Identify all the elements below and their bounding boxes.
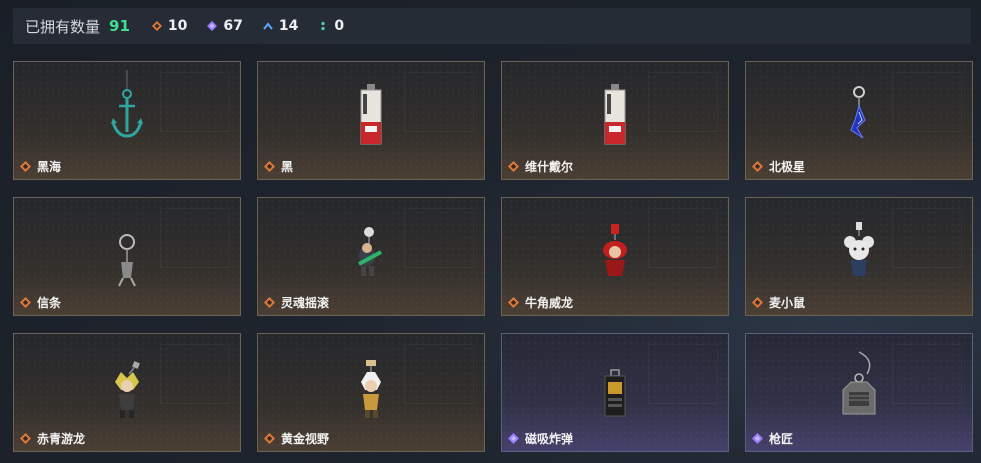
orange-diamond-icon — [151, 21, 162, 31]
charm-name: 信条 — [37, 296, 62, 310]
anchor-charm-icon — [111, 70, 143, 138]
tag-charm-icon — [360, 84, 382, 145]
charm-card[interactable]: 北极星 — [745, 61, 973, 180]
orange-rarity-icon — [752, 297, 763, 308]
purple-diamond-icon — [207, 21, 218, 31]
teal-dots-icon — [321, 21, 325, 31]
card-decoration — [160, 208, 230, 268]
charm-grid: 黑海 黑 维什戴尔 北极星 信条 灵魂摇滚 牛角威龙 麦小鼠 赤青游龙 黄金视野… — [13, 61, 973, 452]
card-decoration — [648, 208, 718, 268]
charm-card[interactable]: 牛角威龙 — [501, 197, 729, 316]
mouse-figure-charm-icon — [844, 222, 874, 276]
charm-card[interactable]: 黑 — [257, 61, 485, 180]
stat-teal: 0 — [318, 18, 344, 34]
orange-rarity-icon — [20, 161, 31, 172]
stat-orange-value: 10 — [167, 18, 188, 34]
charm-card[interactable]: 赤青游龙 — [13, 333, 241, 452]
stat-blue: 14 — [263, 18, 298, 34]
blue-chevron-icon — [263, 22, 273, 30]
blue-star-charm-icon — [850, 86, 866, 139]
collection-header: 已拥有数量 91 10 67 14 0 — [13, 8, 971, 44]
orange-rarity-icon — [264, 161, 275, 172]
purple-rarity-icon — [752, 433, 763, 444]
card-decoration — [648, 344, 718, 404]
orange-rarity-icon — [508, 297, 519, 308]
orange-rarity-icon — [264, 433, 275, 444]
stat-blue-value: 14 — [278, 18, 299, 34]
card-decoration — [404, 72, 474, 132]
charm-card[interactable]: 灵魂摇滚 — [257, 197, 485, 316]
stat-purple-value: 67 — [223, 18, 243, 34]
orange-rarity-icon — [20, 297, 31, 308]
charm-name: 黄金视野 — [281, 432, 330, 446]
charm-name: 赤青游龙 — [37, 432, 86, 446]
charm-card[interactable]: 黑海 — [13, 61, 241, 180]
orange-rarity-icon — [508, 161, 519, 172]
charm-card[interactable]: 信条 — [13, 197, 241, 316]
orange-rarity-icon — [752, 161, 763, 172]
charm-card[interactable]: 黄金视野 — [257, 333, 485, 452]
guitar-figure-charm-icon — [358, 227, 382, 276]
charm-name: 灵魂摇滚 — [281, 296, 330, 310]
charm-name: 牛角威龙 — [525, 296, 574, 310]
stat-orange: 10 — [151, 18, 188, 34]
charm-name: 维什戴尔 — [525, 160, 574, 174]
charm-name: 麦小鼠 — [769, 296, 806, 310]
charm-name: 北极星 — [769, 160, 806, 174]
charm-name: 枪匠 — [769, 432, 794, 446]
owned-count-value: 91 — [109, 17, 130, 35]
card-decoration — [648, 72, 718, 132]
charm-card[interactable]: 枪匠 — [745, 333, 973, 452]
purple-rarity-icon — [508, 433, 519, 444]
card-decoration — [892, 208, 962, 268]
red-figure-charm-icon — [603, 224, 627, 282]
charm-name: 黑 — [281, 160, 294, 174]
white-figure-charm-icon — [361, 360, 381, 418]
card-decoration — [404, 344, 474, 404]
yellow-figure-charm-icon — [115, 361, 140, 418]
stat-purple: 67 — [207, 18, 243, 34]
card-decoration — [404, 208, 474, 268]
tag-charm-icon — [604, 84, 626, 145]
orange-rarity-icon — [264, 297, 275, 308]
grey-tag-charm-icon — [842, 351, 876, 415]
orange-rarity-icon — [20, 433, 31, 444]
charm-card[interactable]: 磁吸炸弹 — [501, 333, 729, 452]
bomb-charm-icon — [604, 369, 626, 417]
charm-name: 黑海 — [37, 160, 62, 174]
card-decoration — [892, 344, 962, 404]
card-decoration — [160, 344, 230, 404]
ring-charm-icon — [118, 234, 136, 287]
charm-name: 磁吸炸弹 — [525, 432, 574, 446]
card-decoration — [892, 72, 962, 132]
card-decoration — [160, 72, 230, 132]
charm-card[interactable]: 维什戴尔 — [501, 61, 729, 180]
charm-card[interactable]: 麦小鼠 — [745, 197, 973, 316]
owned-count-label: 已拥有数量 — [25, 17, 101, 36]
stat-teal-value: 0 — [334, 18, 345, 34]
